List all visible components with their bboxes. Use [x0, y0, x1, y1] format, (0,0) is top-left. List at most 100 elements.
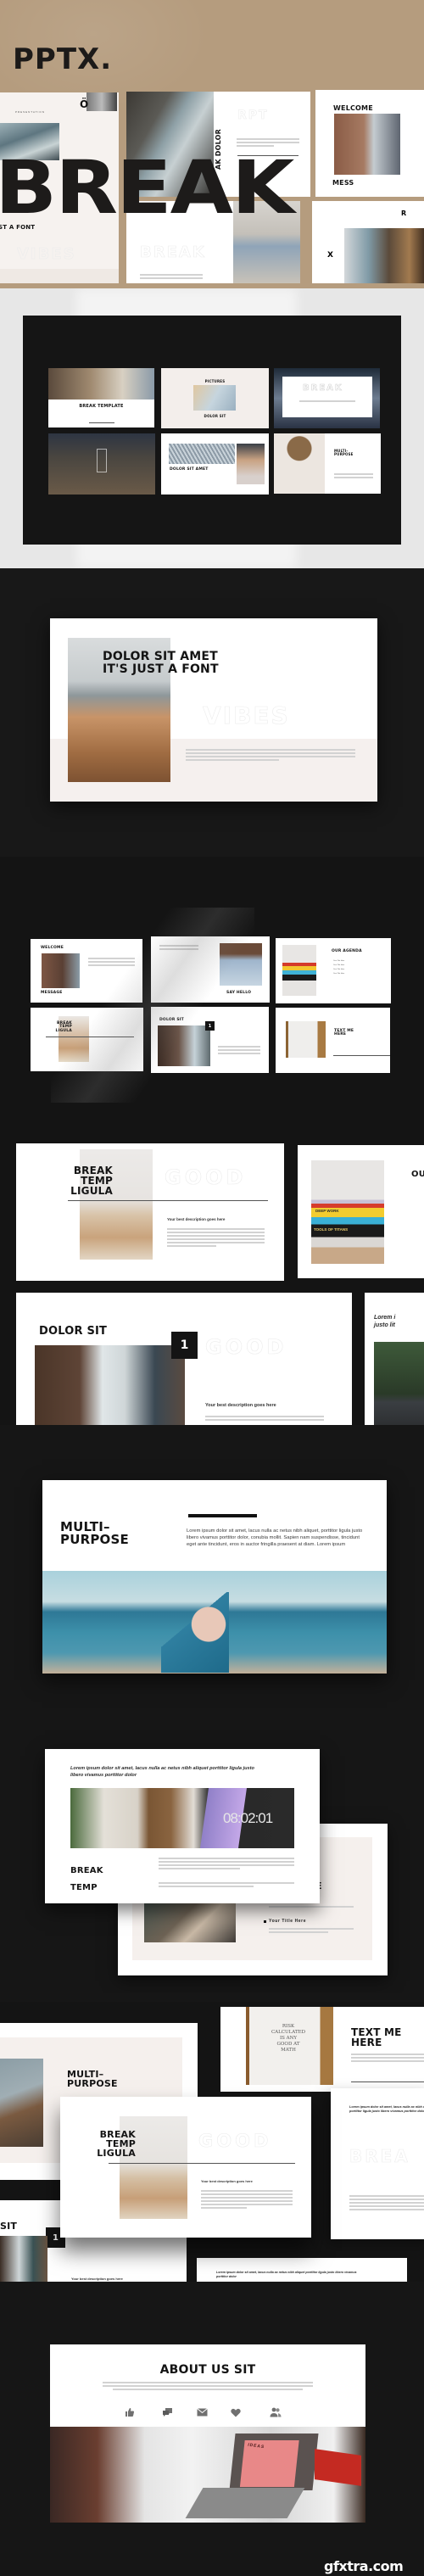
- shadow-slide-welcome: WELCOME MESSAGE: [31, 939, 142, 1003]
- good-ghost-text: GOOD: [198, 2131, 272, 2152]
- city-logo-mark: [97, 449, 107, 472]
- woman-photo: [237, 444, 265, 484]
- description-title: Your best description goes here: [201, 2179, 253, 2183]
- grid-slide-dolor-sit-amet: DOLOR SIT AMET: [161, 433, 269, 495]
- body-text-lines: [159, 1882, 294, 1889]
- hero-slide-welcome: WELCOME MESS: [315, 90, 424, 197]
- closeup-break-temp: BREAK TEMP LIGULA GOOD Your best descrip…: [16, 1143, 284, 1281]
- shadow-slide-break-temp: BREAK TEMP LIGULA: [31, 1008, 143, 1071]
- workspace-photo: [158, 1025, 210, 1066]
- body-text-lines: [103, 2382, 313, 2392]
- mail-icon[interactable]: [197, 2408, 208, 2417]
- line1: BREAK: [70, 1866, 103, 1875]
- message-partial: MESS: [332, 179, 354, 187]
- mountain-photo: [144, 1903, 236, 1942]
- collage-side-slide: Lorem ipsum dolor sit amet, lacus nulla …: [331, 2088, 424, 2239]
- number-badge: 1: [171, 1332, 198, 1359]
- title-line1: DOLOR SIT AMET: [103, 650, 218, 663]
- body-text-lines: [186, 749, 355, 763]
- title-line2: IT'S JUST A FONT: [103, 662, 219, 677]
- line2: HERE: [351, 2036, 382, 2048]
- closeup-agenda: DEEP WORK TOOLS OF TITANS OU: [298, 1145, 424, 1278]
- collage-section: MULTI– PURPOSE RISK CALCULATED IS ANY GO…: [0, 2002, 424, 2282]
- divider-line: [333, 1055, 390, 1056]
- break-temp-title: BREAK TEMP LIGULA: [47, 1165, 113, 1196]
- accent-bar: [188, 1514, 257, 1517]
- break-temp-title: BREAK TEMP LIGULA: [42, 1021, 72, 1033]
- notebook-line: RISK: [282, 2024, 295, 2029]
- notebook-line: MATH: [281, 2047, 296, 2053]
- line3: LIGULA: [55, 1028, 72, 1033]
- collage-bottom-slide: Lorem ipsum dolor sit amet, lacus nulla …: [197, 2258, 407, 2282]
- break-ghost-text: BREAK: [140, 243, 206, 262]
- heart-icon[interactable]: [231, 2408, 241, 2417]
- window-photo: [42, 953, 80, 988]
- welcome-title: WELCOME: [333, 104, 373, 112]
- line2: TEMP: [70, 1882, 98, 1892]
- notebook-text: RISK CALCULATED IS ANY GOOD AT MATH: [263, 2024, 314, 2053]
- closeup-dolor-sit: DOLOR SIT 1 GOOD Your best description g…: [16, 1293, 352, 1425]
- bottom-italic-text: Lorem ipsum dolor sit amet, lacus nulla …: [216, 2271, 357, 2278]
- description-title: Your best description goes here: [167, 1217, 226, 1221]
- line2: PURPOSE: [60, 1531, 129, 1547]
- body-text-lines: [88, 958, 135, 968]
- dolor-sit-title: DOLOR SIT: [204, 414, 226, 418]
- laptop-keyboard: [185, 2488, 305, 2518]
- plant-photo: [374, 1342, 424, 1425]
- grid-slide-break-building: BREAK: [274, 368, 380, 428]
- woman-back-photo: [220, 943, 262, 986]
- agenda-title: OUR AGENDA: [332, 949, 362, 953]
- closeup-section: BREAK TEMP LIGULA GOOD Your best descrip…: [0, 1143, 424, 1425]
- bullet-item: Your Title Here: [264, 1919, 306, 1924]
- architecture-photo: [169, 444, 235, 464]
- line1: Lorem i: [374, 1315, 396, 1321]
- closeup-side-slide: Lorem i justo lit: [365, 1293, 424, 1425]
- about-slide: ABOUT US SIT IDEAS: [50, 2344, 365, 2523]
- vibes-ghost-text: VIBES: [17, 245, 76, 264]
- multi-line2: PURPOSE: [334, 451, 354, 456]
- multipurpose-title: MULTI– PURPOSE: [67, 2070, 118, 2089]
- hero-slide-coffee: X R: [312, 201, 424, 283]
- book-title-deep-work: DEEP WORK: [315, 1209, 339, 1213]
- grid-slide-multipurpose: MULTI– PURPOSE: [274, 433, 381, 494]
- welcome-photo: [334, 114, 400, 175]
- book-title-tools-of-titans: TOOLS OF TITANS: [314, 1227, 349, 1232]
- shadow-grid-section: WELCOME MESSAGE SAY HELLO OUR AGENDA You…: [0, 857, 424, 1143]
- body-text-lines: [269, 1928, 354, 1935]
- corner-photo: [86, 92, 117, 111]
- welcome-title: WELCOME: [41, 946, 64, 950]
- body-text-lines: [299, 400, 355, 404]
- italic-intro: Lorem ipsum dolor sit amet, lacus nulla …: [70, 1766, 254, 1778]
- body-text-lines: [269, 1906, 354, 1909]
- font-slide-section: DOLOR SIT AMET IT'S JUST A FONT VIBES: [0, 568, 424, 857]
- dolor-sit-title: DOLOR SIT: [39, 1325, 108, 1338]
- multipurpose-title: MULTI– PURPOSE: [60, 1521, 129, 1545]
- break-temp-title: BREAK TEMP LIGULA: [88, 2130, 136, 2158]
- sit-partial-title: SIT: [0, 2221, 18, 2232]
- body-text-lines: [218, 1046, 260, 1056]
- line2: HERE: [334, 1032, 347, 1037]
- body-text-lines: [201, 2190, 293, 2210]
- thumbs-up-icon[interactable]: [125, 2407, 135, 2417]
- laptop-desk-photo: IDEAS: [50, 2427, 365, 2523]
- good-ghost-text: GOOD: [205, 1335, 287, 1360]
- shadow-slide-agenda: OUR AGENDA Your Title Here Your Title He…: [276, 938, 391, 1003]
- body-text-lines: [140, 274, 203, 281]
- laptop-coffee-photo: [344, 228, 424, 283]
- notebook-line: CALCULATED: [271, 2029, 306, 2035]
- font-slide-title: DOLOR SIT AMET IT'S JUST A FONT: [103, 650, 219, 677]
- dolor-sit-title: DOLOR SIT: [159, 1018, 184, 1022]
- shadow-slide-text-me: TEXT ME HERE: [276, 1008, 390, 1073]
- agenda-title-partial: OU: [411, 1170, 424, 1179]
- collage-text-me-slide: RISK CALCULATED IS ANY GOOD AT MATH TEXT…: [220, 2007, 424, 2092]
- ocean-hand-photo: [42, 1571, 387, 1674]
- presentation-label: PRESENTATION: [15, 110, 45, 114]
- break-template-title: BREAK TEMPLATE: [79, 404, 124, 409]
- clock-readout: 08:02:01: [223, 1810, 273, 1826]
- line2: PURPOSE: [67, 2077, 118, 2089]
- users-icon[interactable]: [270, 2407, 282, 2417]
- description-title: Your best description goes here: [205, 1403, 276, 1408]
- chat-icon[interactable]: [162, 2407, 173, 2417]
- slide-footer-band: [0, 269, 119, 283]
- body-text-lines: [349, 2195, 424, 2212]
